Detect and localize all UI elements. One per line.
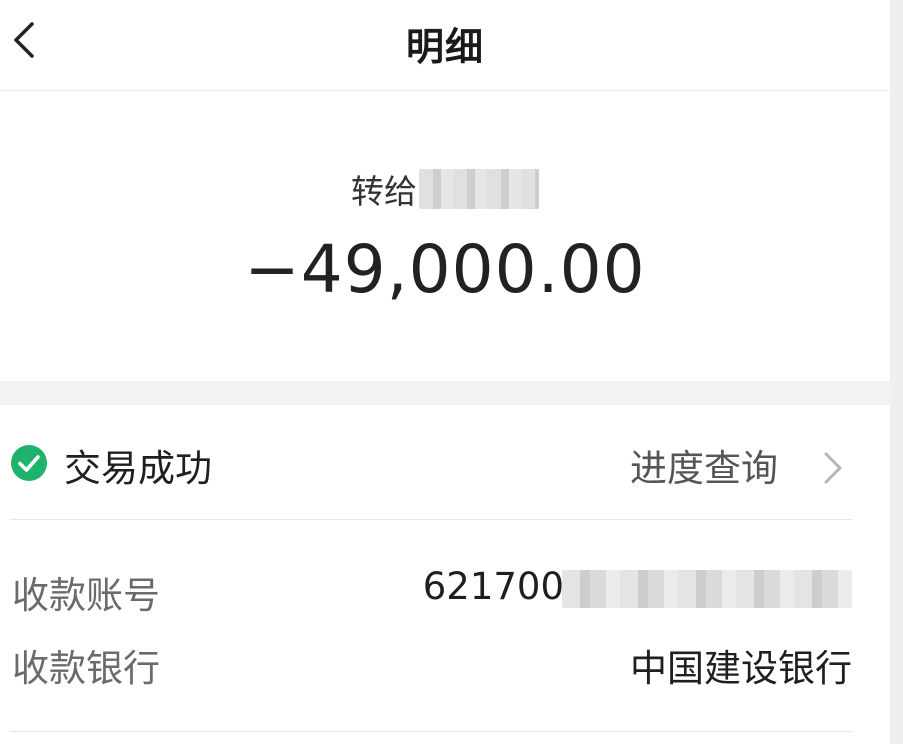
transfer-prefix-label: 转给 [351, 172, 417, 211]
row-divider-bottom [10, 731, 852, 732]
progress-query-link[interactable]: 进度查询 [630, 438, 778, 492]
screen-edge [890, 0, 903, 744]
account-number-masked [562, 569, 852, 608]
bank-label: 收款银行 [12, 647, 160, 690]
account-value: 621700 [423, 565, 852, 608]
account-row: 收款账号 621700 [0, 565, 890, 617]
bank-row: 收款银行 中国建设银行 [0, 638, 890, 690]
section-divider [0, 381, 890, 405]
account-number-prefix: 621700 [422, 565, 564, 608]
bank-value: 中国建设银行 [630, 647, 852, 690]
transaction-summary: 转给 −49,000.00 [0, 91, 890, 381]
status-text: 交易成功 [64, 447, 212, 490]
header-bar: 明细 [0, 0, 890, 91]
recipient-line: 转给 [0, 165, 890, 213]
check-circle-icon [11, 445, 47, 481]
page-title: 明细 [405, 25, 484, 69]
transaction-detail-page: 明细 转给 −49,000.00 交易成功 进度查询 收款账号 621700 收… [0, 0, 890, 744]
chevron-right-icon[interactable] [822, 448, 846, 488]
account-label: 收款账号 [12, 574, 160, 617]
transaction-amount: −49,000.00 [244, 231, 646, 308]
recipient-name-masked [419, 169, 539, 209]
row-divider [10, 519, 852, 520]
